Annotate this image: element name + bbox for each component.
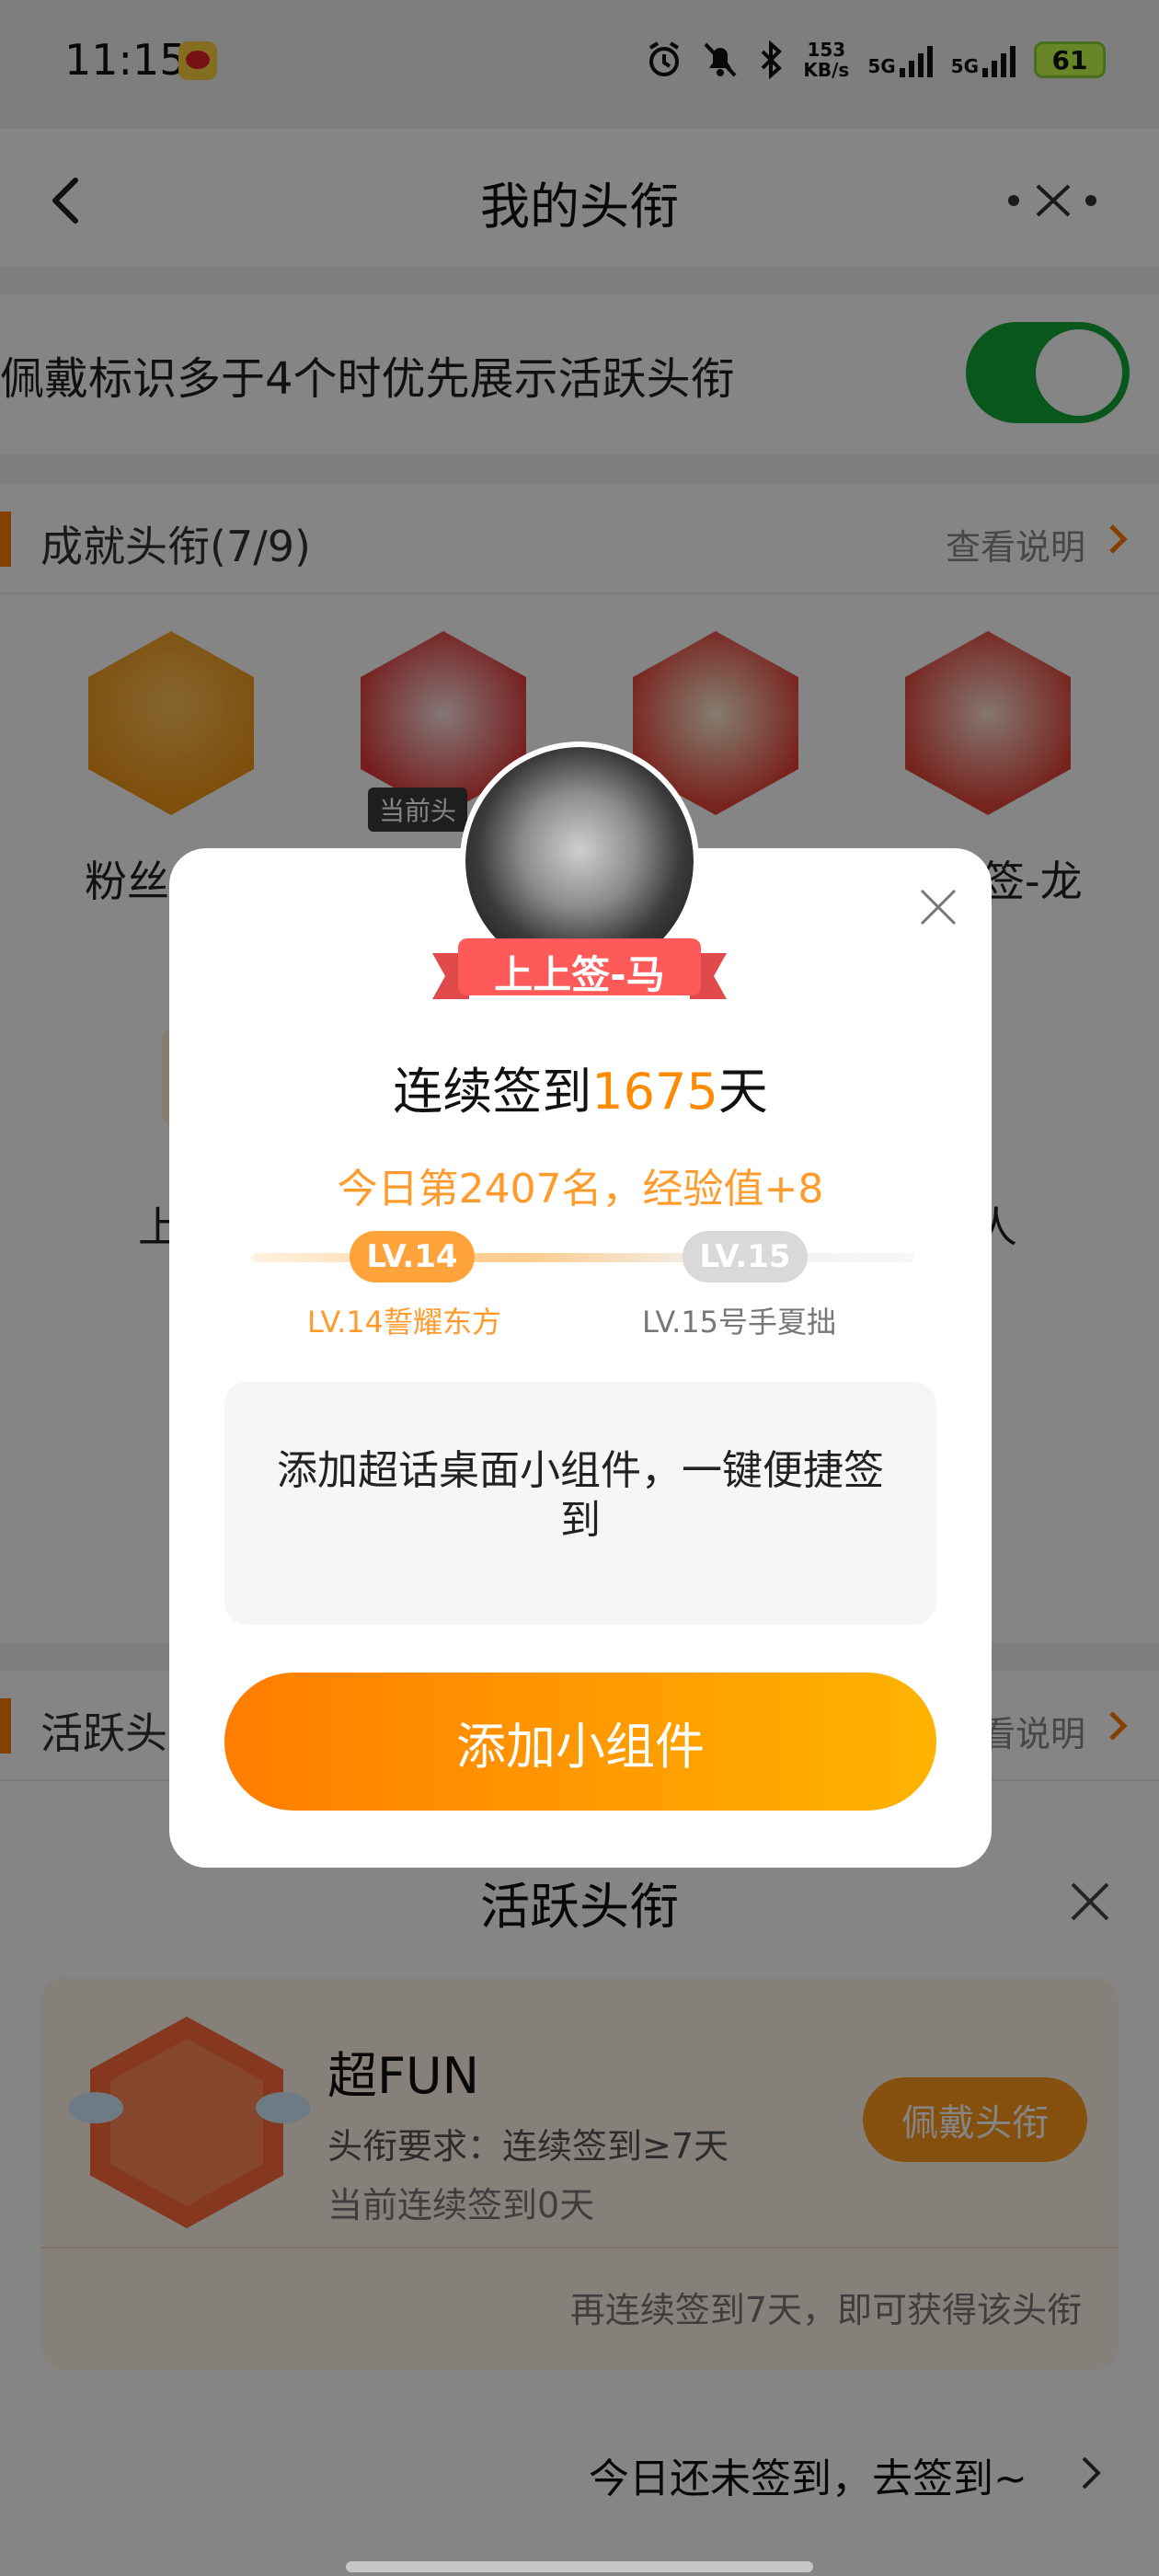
add-widget-button[interactable]: 添加小组件	[224, 1673, 936, 1811]
level-next-name: LV.15号手夏拙	[642, 1305, 836, 1340]
ribbon-title: 上上签-马	[494, 952, 665, 997]
rank-text: 今日第2407名，经验值+8	[337, 1166, 824, 1213]
close-icon[interactable]	[916, 885, 960, 929]
level-next-badge: LV.15	[683, 1231, 808, 1282]
widget-tip-box: 添加超话桌面小组件，一键便捷签到	[224, 1382, 936, 1625]
page: 11:15 153 KB/s 5G 5G 61 我的头衔 佩戴标识多于4个时优先展…	[0, 0, 1159, 2576]
level-current-name: LV.14誓耀东方	[307, 1305, 501, 1340]
level-current-badge: LV.14	[350, 1231, 475, 1282]
widget-tip-text: 添加超话桌面小组件，一键便捷签到	[277, 1447, 884, 1544]
streak-days: 1675	[591, 1063, 718, 1121]
streak-text: 连续签到1675天	[393, 1063, 768, 1121]
home-indicator[interactable]	[346, 2561, 813, 2572]
